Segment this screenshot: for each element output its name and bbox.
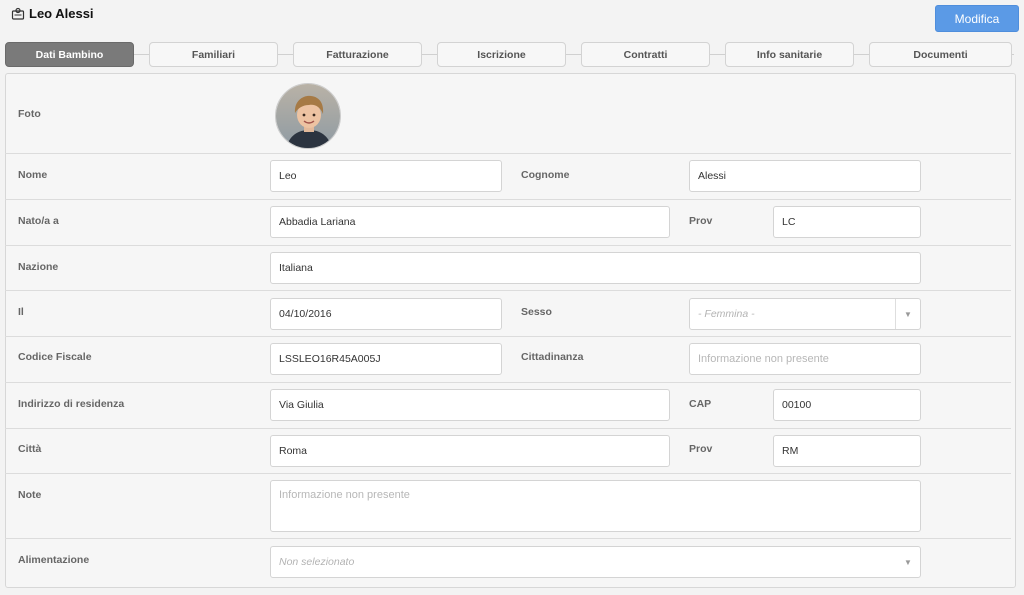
child-photo-avatar[interactable] — [275, 83, 341, 149]
data-nascita-field[interactable]: 04/10/2016 — [270, 298, 502, 330]
tab-info-sanitarie[interactable]: Info sanitarie — [725, 42, 854, 67]
codice-fiscale-label: Codice Fiscale — [18, 351, 92, 363]
chevron-down-icon: ▼ — [904, 557, 912, 567]
row-divider — [5, 538, 1011, 539]
alimentazione-select[interactable]: Non selezionato ▼ — [270, 546, 921, 578]
row-divider — [5, 199, 1011, 200]
note-label: Note — [18, 489, 42, 501]
sesso-select[interactable]: - Femmina - ▼ — [689, 298, 921, 330]
note-textarea[interactable]: Informazione non presente — [270, 480, 921, 532]
cittadinanza-field[interactable]: Informazione non presente — [689, 343, 921, 375]
row-divider — [5, 153, 1011, 154]
row-divider — [5, 336, 1011, 337]
cognome-field[interactable]: Alessi — [689, 160, 921, 192]
tab-familiari[interactable]: Familiari — [149, 42, 278, 67]
tab-fatturazione[interactable]: Fatturazione — [293, 42, 422, 67]
row-divider — [5, 382, 1011, 383]
page-header: Leo Alessi — [11, 6, 94, 21]
cap-label: CAP — [689, 398, 712, 410]
sesso-select-value: - Femmina - — [698, 308, 755, 320]
cognome-label: Cognome — [521, 169, 570, 181]
prov-residenza-field[interactable]: RM — [773, 435, 921, 467]
codice-fiscale-field[interactable]: LSSLEO16R45A005J — [270, 343, 502, 375]
prov-nascita-field[interactable]: LC — [773, 206, 921, 238]
nome-field[interactable]: Leo — [270, 160, 502, 192]
tab-contratti[interactable]: Contratti — [581, 42, 710, 67]
luogo-nascita-field[interactable]: Abbadia Lariana — [270, 206, 670, 238]
prov-residenza-label: Prov — [689, 443, 713, 455]
citta-label: Città — [18, 443, 42, 455]
tab-dati-bambino[interactable]: Dati Bambino — [5, 42, 134, 67]
citta-field[interactable]: Roma — [270, 435, 670, 467]
chevron-down-icon: ▼ — [904, 309, 912, 319]
tab-documenti[interactable]: Documenti — [869, 42, 1012, 67]
page-title: Leo Alessi — [29, 6, 94, 21]
luogo-nascita-label: Nato/a a — [18, 215, 59, 227]
edit-button[interactable]: Modifica — [935, 5, 1019, 32]
nazione-field[interactable]: Italiana — [270, 252, 921, 284]
row-divider — [5, 245, 1011, 246]
contacts-card-icon — [11, 7, 25, 21]
row-divider — [5, 428, 1011, 429]
indirizzo-label: Indirizzo di residenza — [18, 398, 125, 410]
prov-nascita-label: Prov — [689, 215, 713, 227]
row-divider — [5, 290, 1011, 291]
indirizzo-field[interactable]: Via Giulia — [270, 389, 670, 421]
nazione-label: Nazione — [18, 261, 59, 273]
row-divider — [5, 473, 1011, 474]
alimentazione-select-value: Non selezionato — [279, 556, 355, 568]
data-nascita-label: Il — [18, 306, 24, 318]
tab-iscrizione[interactable]: Iscrizione — [437, 42, 566, 67]
cittadinanza-label: Cittadinanza — [521, 351, 584, 363]
nome-label: Nome — [18, 169, 48, 181]
sesso-label: Sesso — [521, 306, 552, 318]
cap-field[interactable]: 00100 — [773, 389, 921, 421]
foto-label: Foto — [18, 108, 41, 120]
alimentazione-label: Alimentazione — [18, 554, 90, 566]
